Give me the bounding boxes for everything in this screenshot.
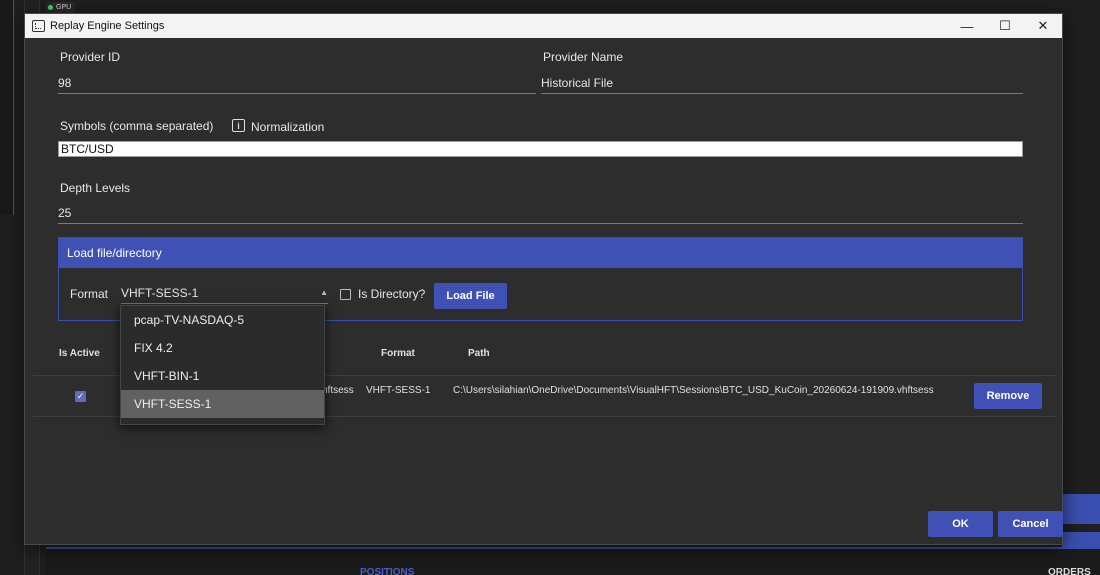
depth-levels-underline bbox=[58, 223, 1023, 224]
window-title: Replay Engine Settings bbox=[50, 20, 165, 32]
minimize-button[interactable]: — bbox=[948, 14, 986, 38]
depth-levels-field[interactable]: 25 bbox=[58, 206, 71, 220]
provider-name-label: Provider Name bbox=[543, 50, 624, 64]
row-path-cell: C:\Users\silahian\OneDrive\Documents\Vis… bbox=[453, 385, 934, 396]
depth-levels-label: Depth Levels bbox=[60, 181, 131, 195]
close-button[interactable]: ✕ bbox=[1024, 14, 1062, 38]
maximize-icon: ☐ bbox=[999, 18, 1011, 33]
ok-button[interactable]: OK bbox=[928, 511, 993, 537]
close-icon: ✕ bbox=[1037, 18, 1049, 33]
dropdown-option-vhft-sess-1[interactable]: VHFT-SESS-1 bbox=[121, 390, 324, 418]
dropdown-option-pcap-tv-nasdaq-5[interactable]: pcap-TV-NASDAQ-5 bbox=[121, 306, 324, 334]
is-directory-label[interactable]: Is Directory? bbox=[358, 287, 425, 301]
symbols-input[interactable]: BTC/USD bbox=[58, 141, 1023, 157]
provider-id-label: Provider ID bbox=[60, 50, 121, 64]
tab-positions[interactable]: POSITIONS bbox=[360, 567, 414, 575]
load-file-header: Load file/directory bbox=[59, 238, 1022, 268]
provider-id-underline bbox=[58, 93, 536, 94]
symbols-label: Symbols (comma separated) bbox=[60, 119, 214, 133]
format-label: Format bbox=[70, 287, 109, 301]
settings-window-icon bbox=[32, 20, 45, 32]
background-bottom-panel bbox=[46, 547, 1100, 575]
column-header-path: Path bbox=[468, 348, 490, 359]
row-name-cell: hftsess bbox=[322, 385, 354, 396]
dropdown-option-fix-4-2[interactable]: FIX 4.2 bbox=[121, 334, 324, 362]
load-file-button[interactable]: Load File bbox=[434, 283, 507, 309]
background-button bbox=[1062, 532, 1100, 548]
remove-button[interactable]: Remove bbox=[974, 383, 1042, 409]
tab-orders[interactable]: ORDERS bbox=[1048, 567, 1091, 575]
status-dot-icon bbox=[48, 5, 53, 10]
provider-name-field[interactable]: Historical File bbox=[541, 76, 613, 90]
format-select-value: VHFT-SESS-1 bbox=[121, 285, 199, 300]
gpu-badge-label: GPU bbox=[56, 4, 72, 11]
info-icon[interactable]: i bbox=[232, 119, 245, 132]
dropdown-option-vhft-bin-1[interactable]: VHFT-BIN-1 bbox=[121, 362, 324, 390]
provider-id-field[interactable]: 98 bbox=[58, 76, 71, 90]
is-directory-checkbox[interactable] bbox=[340, 289, 351, 300]
minimize-icon: — bbox=[960, 18, 974, 34]
maximize-button[interactable]: ☐ bbox=[986, 14, 1024, 38]
cancel-button[interactable]: Cancel bbox=[998, 511, 1063, 537]
is-active-checkbox[interactable]: ✓ bbox=[75, 391, 86, 402]
chevron-up-icon: ▲ bbox=[320, 288, 328, 297]
gpu-badge: GPU bbox=[46, 2, 76, 13]
row-format-cell: VHFT-SESS-1 bbox=[366, 385, 431, 396]
background-button bbox=[1062, 494, 1100, 524]
provider-name-underline bbox=[541, 93, 1023, 94]
column-header-format: Format bbox=[381, 348, 415, 359]
format-dropdown-list: pcap-TV-NASDAQ-5 FIX 4.2 VHFT-BIN-1 VHFT… bbox=[120, 305, 325, 425]
replay-engine-settings-dialog: Replay Engine Settings — ☐ ✕ Provider ID… bbox=[24, 13, 1063, 545]
normalization-label[interactable]: Normalization bbox=[251, 120, 324, 134]
column-header-is-active: Is Active bbox=[59, 348, 100, 359]
format-select[interactable]: VHFT-SESS-1 ▲ bbox=[121, 282, 328, 304]
background-left-strip bbox=[0, 0, 14, 215]
title-bar[interactable]: Replay Engine Settings — ☐ ✕ bbox=[25, 14, 1062, 38]
